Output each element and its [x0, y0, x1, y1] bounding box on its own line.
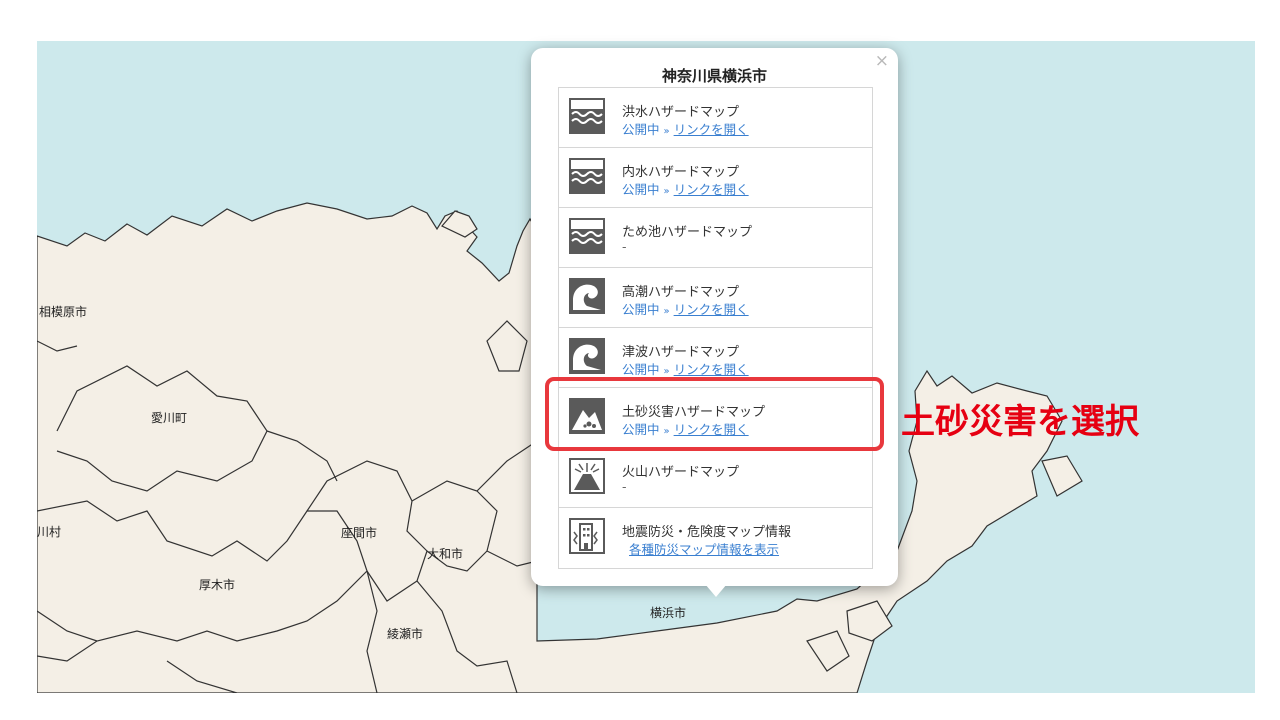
flood-wave-icon	[569, 98, 605, 134]
hazard-item-flood: 洪水ハザードマップ 公開中 » リンクを開く	[559, 88, 872, 148]
open-link[interactable]: リンクを開く	[674, 362, 749, 377]
hazard-item-title: 内水ハザードマップ	[622, 165, 740, 180]
building-info-icon	[569, 518, 605, 554]
hazard-item-status-row: -	[622, 239, 627, 254]
hazard-item-status-row: 各種防災マップ情報を表示	[629, 539, 779, 558]
status-text: -	[622, 239, 627, 254]
hazard-item-status-row: -	[622, 479, 627, 494]
hazard-item-status-row: 公開中 » リンクを開く	[622, 359, 749, 378]
city-label-aikawa: 愛川町	[151, 411, 188, 425]
hazard-item-title: 高潮ハザードマップ	[622, 285, 740, 300]
open-link[interactable]: リンクを開く	[674, 302, 749, 317]
hazard-item-status-row: 公開中 » リンクを開く	[622, 299, 749, 318]
highlight-box	[545, 377, 884, 451]
annotation-label: 土砂災害を選択	[901, 402, 1139, 442]
arrow-icon: »	[663, 186, 670, 197]
hazard-item-volcano: 火山ハザードマップ -	[559, 448, 872, 508]
city-label-atsugi: 厚木市	[199, 578, 236, 592]
city-label-ayase: 綾瀬市	[387, 627, 424, 641]
show-maps-link[interactable]: 各種防災マップ情報を表示	[629, 542, 779, 557]
flood-wave-icon	[569, 218, 605, 254]
city-label-sagamihara: 相模原市	[39, 305, 88, 319]
hazard-item-reservoir: ため池ハザードマップ -	[559, 208, 872, 268]
hazard-item-inland-flood: 内水ハザードマップ 公開中 » リンクを開く	[559, 148, 872, 208]
popup-pointer	[705, 584, 727, 597]
popup-title: 神奈川県横浜市	[661, 67, 767, 85]
status-text: 公開中	[622, 122, 660, 137]
tsunami-wave-icon	[569, 338, 605, 374]
hazard-item-title: 地震防災・危険度マップ情報	[622, 525, 792, 540]
hazard-item-title: 火山ハザードマップ	[622, 465, 740, 480]
flood-wave-icon	[569, 158, 605, 194]
status-text: 公開中	[622, 362, 660, 377]
city-label-zama: 座間市	[341, 526, 378, 540]
status-text: 公開中	[622, 182, 660, 197]
hazard-item-earthquake: 地震防災・危険度マップ情報 各種防災マップ情報を表示	[559, 508, 872, 568]
city-label-yamato: 大和市	[427, 547, 464, 561]
volcano-icon	[569, 458, 605, 494]
hazard-item-status-row: 公開中 » リンクを開く	[622, 179, 749, 198]
arrow-icon: »	[663, 306, 670, 317]
open-link[interactable]: リンクを開く	[674, 122, 749, 137]
hazard-item-storm-surge: 高潮ハザードマップ 公開中 » リンクを開く	[559, 268, 872, 328]
hazard-map-popup: × 神奈川県横浜市 洪水ハザードマップ 公開中 » リンクを開く 内水ハザードマ…	[531, 48, 898, 586]
tsunami-wave-icon	[569, 278, 605, 314]
hazard-map-list: 洪水ハザードマップ 公開中 » リンクを開く 内水ハザードマップ 公開中 » リ…	[558, 87, 873, 569]
hazard-item-title: 洪水ハザードマップ	[622, 105, 740, 120]
hazard-item-status-row: 公開中 » リンクを開く	[622, 119, 749, 138]
arrow-icon: »	[663, 126, 670, 137]
open-link[interactable]: リンクを開く	[674, 182, 749, 197]
city-label-yokohama: 横浜市	[650, 606, 687, 620]
status-text: 公開中	[622, 302, 660, 317]
hazard-item-title: ため池ハザードマップ	[622, 225, 753, 240]
arrow-icon: »	[663, 366, 670, 377]
status-text: -	[622, 479, 627, 494]
hazard-item-title: 津波ハザードマップ	[622, 345, 740, 360]
city-label-kiyokawa: 川村	[37, 525, 62, 539]
